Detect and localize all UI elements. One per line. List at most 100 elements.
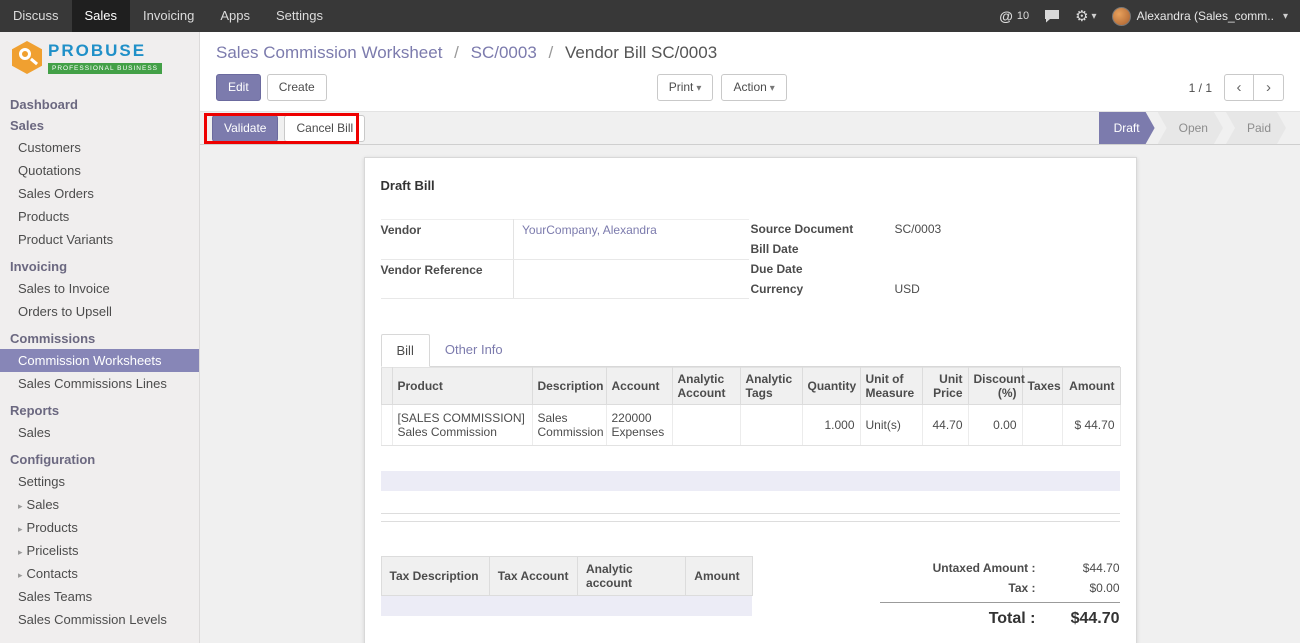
sidebar-header-sales[interactable]: Sales <box>0 115 199 136</box>
section-divider <box>381 521 1120 522</box>
tab-bill[interactable]: Bill <box>381 334 430 367</box>
pager-next-button[interactable]: › <box>1254 74 1284 101</box>
source-document-label: Source Document <box>751 219 895 239</box>
col-product: Product <box>392 368 532 405</box>
sidebar-item-config-contacts[interactable]: ▸Contacts <box>0 562 199 585</box>
mentions-button[interactable]: @ 10 <box>999 8 1029 24</box>
sidebar-item-orders-to-upsell[interactable]: Orders to Upsell <box>0 300 199 323</box>
topbar-menu-apps[interactable]: Apps <box>207 0 263 32</box>
sidebar-item-customers[interactable]: Customers <box>0 136 199 159</box>
sidebar-item-reports-sales[interactable]: Sales <box>0 421 199 444</box>
breadcrumb-record-link[interactable]: SC/0003 <box>471 43 537 62</box>
currency-value: USD <box>895 279 1119 299</box>
cell-account: 220000 Expenses <box>606 405 672 446</box>
action-button[interactable]: Action▾ <box>721 74 786 101</box>
sidebar-item-sales-orders[interactable]: Sales Orders <box>0 182 199 205</box>
topbar-menu-discuss[interactable]: Discuss <box>0 0 72 32</box>
statusbar: Validate Cancel Bill Draft Open Paid <box>200 111 1300 145</box>
vendor-reference-label: Vendor Reference <box>381 259 514 299</box>
breadcrumb-separator: / <box>454 43 459 62</box>
sidebar-item-quotations[interactable]: Quotations <box>0 159 199 182</box>
caret-down-icon: ▾ <box>770 83 775 94</box>
breadcrumb-worksheet-link[interactable]: Sales Commission Worksheet <box>216 43 442 62</box>
control-panel-buttons: Edit Create Print▾ Action▾ 1 / 1 ‹ › <box>216 74 1284 101</box>
empty-line-placeholder <box>381 471 1120 491</box>
pager-previous-button[interactable]: ‹ <box>1224 74 1254 101</box>
invoice-lines-table: Product Description Account Analytic Acc… <box>381 367 1121 446</box>
sidebar-header-configuration[interactable]: Configuration <box>0 449 199 470</box>
bill-date-row: Bill Date <box>751 239 1119 259</box>
sidebar-header-commissions[interactable]: Commissions <box>0 328 199 349</box>
empty-tax-row <box>381 596 752 616</box>
field-groups: Vendor YourCompany, Alexandra Vendor Ref… <box>381 219 1120 299</box>
invoice-line-row[interactable]: [SALES COMMISSION] Sales Commission Sale… <box>381 405 1120 446</box>
col-quantity: Quantity <box>802 368 860 405</box>
create-button[interactable]: Create <box>267 74 327 101</box>
currency-label: Currency <box>751 279 895 299</box>
company-logo: PROBUSE PROFESSIONAL BUSINESS <box>0 32 199 80</box>
sidebar: PROBUSE PROFESSIONAL BUSINESS Dashboard … <box>0 32 200 643</box>
sidebar-item-product-variants[interactable]: Product Variants <box>0 228 199 251</box>
grand-total-value: $44.70 <box>1050 610 1120 628</box>
cancel-bill-button[interactable]: Cancel Bill <box>284 115 365 142</box>
topbar-right: @ 10 ⚙ ▾ Alexandra (Sales_comm.. ▾ <box>999 0 1300 32</box>
product-name: Sales Commission <box>398 425 527 439</box>
col-unit-price: Unit Price <box>922 368 968 405</box>
pager-counter: 1 / 1 <box>1189 81 1212 95</box>
topbar: Discuss Sales Invoicing Apps Settings @ … <box>0 0 1300 32</box>
sidebar-item-settings[interactable]: Settings <box>0 470 199 493</box>
topbar-menu-invoicing[interactable]: Invoicing <box>130 0 207 32</box>
bottom-section: Tax Description Tax Account Analytic acc… <box>381 556 1120 643</box>
edit-button[interactable]: Edit <box>216 74 261 101</box>
sidebar-header-reports[interactable]: Reports <box>0 400 199 421</box>
cell-unit-price: 44.70 <box>922 405 968 446</box>
chat-bubble-icon[interactable] <box>1044 9 1060 23</box>
validate-button[interactable]: Validate <box>212 115 278 142</box>
vendor-reference-row: Vendor Reference <box>381 259 749 299</box>
sidebar-item-products[interactable]: Products <box>0 205 199 228</box>
gear-menu-button[interactable]: ⚙ ▾ <box>1075 9 1096 24</box>
sidebar-item-commission-worksheets[interactable]: Commission Worksheets <box>0 349 199 372</box>
topbar-menu-sales[interactable]: Sales <box>72 0 131 32</box>
vendor-label: Vendor <box>381 220 514 260</box>
tab-other-info[interactable]: Other Info <box>430 334 518 367</box>
tax-header-row: Tax Description Tax Account Analytic acc… <box>381 557 752 596</box>
logo-magnifier-icon <box>12 41 42 74</box>
expand-right-icon: ▸ <box>18 501 23 511</box>
sidebar-item-config-products[interactable]: ▸Products <box>0 516 199 539</box>
sidebar-item-sales-teams[interactable]: Sales Teams <box>0 585 199 608</box>
cell-taxes <box>1022 405 1062 446</box>
mention-count: 10 <box>1017 10 1029 22</box>
sidebar-header-invoicing[interactable]: Invoicing <box>0 256 199 277</box>
pager: 1 / 1 ‹ › <box>1189 74 1284 101</box>
untaxed-amount-value: $44.70 <box>1050 561 1120 575</box>
sidebar-item-dashboard[interactable]: Dashboard <box>0 94 199 115</box>
totals-section: Untaxed Amount : $44.70 Tax : $0.00 Tota… <box>880 558 1120 643</box>
sidebar-item-config-pricelists[interactable]: ▸Pricelists <box>0 539 199 562</box>
bill-date-value <box>895 239 1119 259</box>
sidebar-item-sales-to-invoice[interactable]: Sales to Invoice <box>0 277 199 300</box>
sidebar-item-sales-commissions-lines[interactable]: Sales Commissions Lines <box>0 372 199 395</box>
print-button[interactable]: Print▾ <box>657 74 714 101</box>
source-document-value: SC/0003 <box>895 219 1119 239</box>
sidebar-item-config-sales[interactable]: ▸ Sales <box>0 493 199 516</box>
vendor-reference-value <box>514 259 749 299</box>
source-document-row: Source Document SC/0003 <box>751 219 1119 239</box>
expand-right-icon: ▸ <box>18 524 23 534</box>
sidebar-item-sales-commission-levels[interactable]: Sales Commission Levels <box>0 608 199 631</box>
topbar-menu-settings[interactable]: Settings <box>263 0 336 32</box>
gear-icon: ⚙ <box>1075 9 1088 24</box>
status-open: Open <box>1158 112 1223 144</box>
vendor-link[interactable]: YourCompany, Alexandra <box>522 223 657 237</box>
form-sheet: Draft Bill Vendor YourCompany, Alexandra… <box>364 157 1137 643</box>
handle-column-header <box>381 368 392 405</box>
col-analytic-tags: Analytic Tags <box>740 368 802 405</box>
cell-discount: 0.00 <box>968 405 1022 446</box>
sidebar-item-label: Sales <box>27 497 60 512</box>
user-menu-button[interactable]: Alexandra (Sales_comm.. ▾ <box>1112 7 1288 26</box>
col-discount: Discount (%) <box>968 368 1022 405</box>
status-draft: Draft <box>1099 112 1155 144</box>
vendor-row: Vendor YourCompany, Alexandra <box>381 220 749 260</box>
col-tax-account: Tax Account <box>489 557 577 596</box>
lines-header-row: Product Description Account Analytic Acc… <box>381 368 1120 405</box>
